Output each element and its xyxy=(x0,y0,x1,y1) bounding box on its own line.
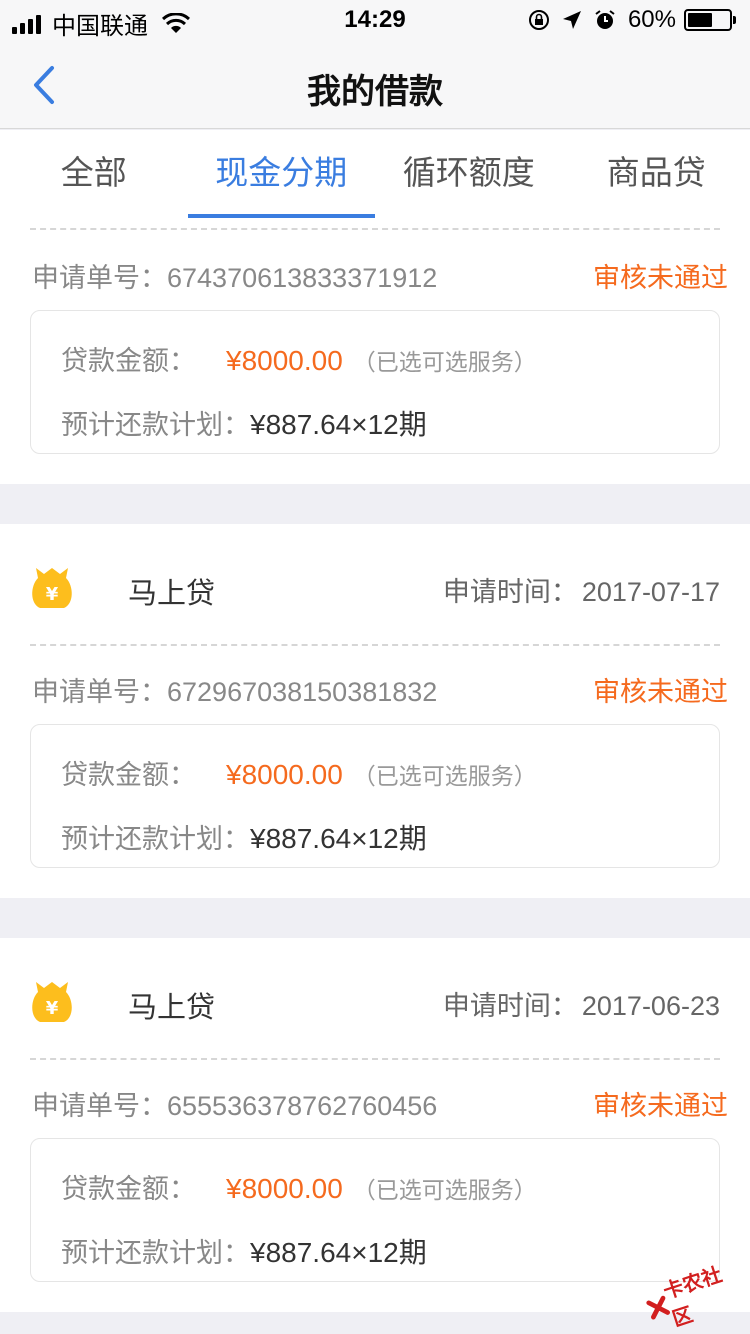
tab-label: 全部 xyxy=(60,154,127,191)
nav-bar: 我的借款 xyxy=(0,40,750,129)
money-bag-icon: ¥ xyxy=(32,982,72,1022)
card-header: ¥ 马上贷 申请时间： 2017-07-17 xyxy=(0,524,750,644)
alarm-icon xyxy=(595,10,615,29)
amount-label: 贷款金额： xyxy=(61,1174,196,1204)
service-note: （已选可选服务） xyxy=(352,763,537,789)
tab-cash-installment[interactable]: 现金分期 xyxy=(187,130,375,218)
product-name: 马上贷 xyxy=(128,578,216,610)
location-icon xyxy=(562,11,581,29)
loan-detail-box: 贷款金额： ¥8000.00 （已选可选服务） 预计还款计划：¥887.64×12期 xyxy=(30,724,720,868)
loan-card[interactable]: ¥ 马上贷 申请时间： 2017-06-23 申请单号：6555363787627… xyxy=(0,938,750,1312)
svg-text:¥: ¥ xyxy=(46,998,59,1019)
money-bag-icon: ¥ xyxy=(32,568,72,608)
status-badge: 审核未通过 xyxy=(593,677,728,707)
tab-revolving-credit[interactable]: 循环额度 xyxy=(375,130,563,218)
plan-row: 预计还款计划：¥887.64×12期 xyxy=(61,1231,427,1271)
page-title: 我的借款 xyxy=(307,73,443,111)
loan-amount: ¥8000.00 xyxy=(226,345,343,376)
loan-amount: ¥8000.00 xyxy=(226,1173,343,1204)
loan-amount: ¥8000.00 xyxy=(226,759,343,790)
battery-icon xyxy=(684,9,736,31)
repayment-plan: ¥887.64×12期 xyxy=(250,823,427,854)
svg-text:¥: ¥ xyxy=(46,584,59,605)
plan-label: 预计还款计划： xyxy=(61,824,250,854)
plan-row: 预计还款计划：¥887.64×12期 xyxy=(61,403,427,443)
service-note: （已选可选服务） xyxy=(352,1177,537,1203)
apply-time: 申请时间： 2017-06-23 xyxy=(442,991,720,1021)
amount-row: 贷款金额： ¥8000.00 （已选可选服务） xyxy=(61,1167,537,1206)
order-row: 申请单号：674370613833371912 审核未通过 xyxy=(0,256,750,296)
loan-detail-box: 贷款金额： ¥8000.00 （已选可选服务） 预计还款计划：¥887.64×12期 xyxy=(30,1138,720,1282)
rotation-lock-icon xyxy=(528,10,549,30)
order-number: 申请单号：655536378762760456 xyxy=(32,1091,438,1121)
amount-row: 贷款金额： ¥8000.00 （已选可选服务） xyxy=(61,753,537,792)
order-number: 申请单号：674370613833371912 xyxy=(32,263,438,293)
battery-percent: 60% xyxy=(627,6,676,33)
status-badge: 审核未通过 xyxy=(593,263,728,293)
apply-time: 申请时间： 2017-07-17 xyxy=(442,577,720,607)
repayment-plan: ¥887.64×12期 xyxy=(250,409,427,440)
plan-label: 预计还款计划： xyxy=(61,1238,250,1268)
repayment-plan: ¥887.64×12期 xyxy=(250,1237,427,1268)
loan-card[interactable]: 申请单号：674370613833371912 审核未通过 贷款金额： ¥8000… xyxy=(0,218,750,484)
divider xyxy=(30,1058,720,1060)
tab-product-loan[interactable]: 商品贷 xyxy=(563,130,750,218)
divider xyxy=(30,228,720,230)
service-note: （已选可选服务） xyxy=(352,349,537,375)
tab-label: 现金分期 xyxy=(215,154,348,191)
order-row: 申请单号：655536378762760456 审核未通过 xyxy=(0,1084,750,1124)
status-bar: 中国联通 14:29 60% xyxy=(0,0,750,40)
amount-row: 贷款金额： ¥8000.00 （已选可选服务） xyxy=(61,339,537,378)
order-row: 申请单号：672967038150381832 审核未通过 xyxy=(0,670,750,710)
tab-bar: 全部 现金分期 循环额度 商品贷 xyxy=(0,130,750,218)
plan-label: 预计还款计划： xyxy=(61,410,250,440)
tab-all[interactable]: 全部 xyxy=(0,130,188,218)
loan-card[interactable]: ¥ 马上贷 申请时间： 2017-07-17 申请单号：6729670381503… xyxy=(0,524,750,898)
tab-label: 商品贷 xyxy=(606,154,706,191)
amount-label: 贷款金额： xyxy=(61,760,196,790)
product-name: 马上贷 xyxy=(128,992,216,1024)
divider xyxy=(30,644,720,646)
order-number: 申请单号：672967038150381832 xyxy=(32,677,438,707)
card-header: ¥ 马上贷 申请时间： 2017-06-23 xyxy=(0,938,750,1058)
status-badge: 审核未通过 xyxy=(593,1091,728,1121)
amount-label: 贷款金额： xyxy=(61,346,196,376)
plan-row: 预计还款计划：¥887.64×12期 xyxy=(61,817,427,857)
tab-label: 循环额度 xyxy=(402,154,535,191)
loan-detail-box: 贷款金额： ¥8000.00 （已选可选服务） 预计还款计划：¥887.64×12期 xyxy=(30,310,720,454)
